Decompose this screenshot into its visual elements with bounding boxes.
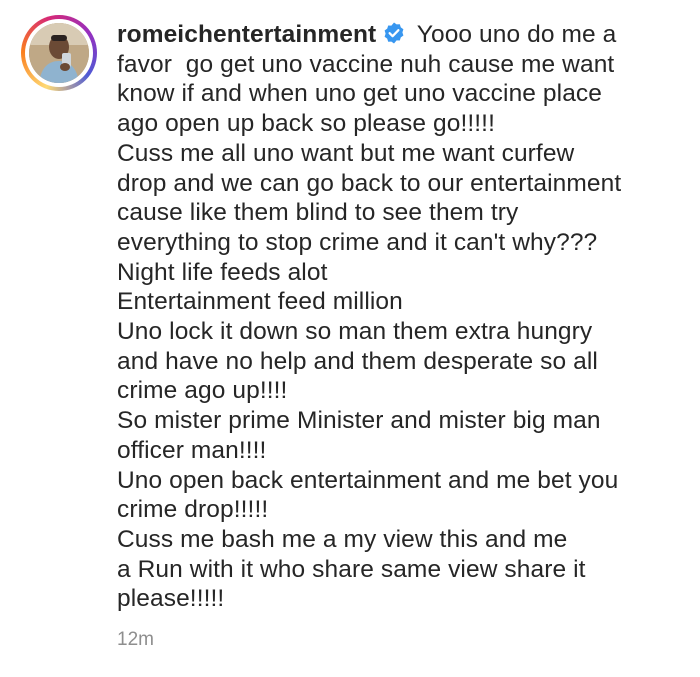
comment-text: romeichentertainment Yooo uno do me a fa… bbox=[117, 20, 682, 614]
comment-line: Entertainment feed million bbox=[117, 288, 403, 316]
comment-line: cause like them blind to see them try bbox=[117, 199, 519, 227]
comment-line: crime ago up!!!! bbox=[117, 377, 288, 405]
comment-first-line: romeichentertainment Yooo uno do me a bbox=[117, 21, 616, 48]
comment-line: please!!!!! bbox=[117, 585, 225, 613]
comment-line: drop and we can go back to our entertain… bbox=[117, 169, 622, 197]
avatar-story-ring[interactable] bbox=[21, 15, 97, 91]
comment-timestamp[interactable]: 12m bbox=[117, 629, 154, 651]
comment-line: a Run with it who share same view share … bbox=[117, 555, 586, 583]
comment-line: Uno lock it down so man them extra hungr… bbox=[117, 318, 593, 346]
comment-opening-text: Yooo uno do me a bbox=[416, 21, 617, 48]
comment-line: everything to stop crime and it can't wh… bbox=[117, 228, 598, 256]
comment-line: crime drop!!!!! bbox=[117, 496, 269, 524]
username-link[interactable]: romeichentertainment bbox=[117, 21, 376, 48]
comment-line: Night life feeds alot bbox=[117, 258, 328, 286]
avatar[interactable] bbox=[29, 23, 89, 83]
comment-line: officer man!!!! bbox=[117, 436, 267, 464]
comment-line: Cuss me bash me a my view this and me bbox=[117, 525, 568, 553]
comment-line: favor go get uno vaccine nuh cause me wa… bbox=[117, 50, 615, 78]
comment-line: So mister prime Minister and mister big … bbox=[117, 407, 601, 435]
verified-badge-icon bbox=[384, 22, 404, 44]
avatar-photo-icon bbox=[29, 23, 89, 83]
comment-line: and have no help and them desperate so a… bbox=[117, 347, 598, 375]
comment-line: know if and when uno get uno vaccine pla… bbox=[117, 80, 603, 108]
comment-line: Cuss me all uno want but me want curfew bbox=[117, 139, 575, 167]
avatar-frame bbox=[25, 19, 93, 87]
comment-line: Uno open back entertainment and me bet y… bbox=[117, 466, 619, 494]
comment: romeichentertainment Yooo uno do me a fa… bbox=[0, 0, 700, 677]
comment-line: ago open up back so please go!!!!! bbox=[117, 110, 495, 138]
